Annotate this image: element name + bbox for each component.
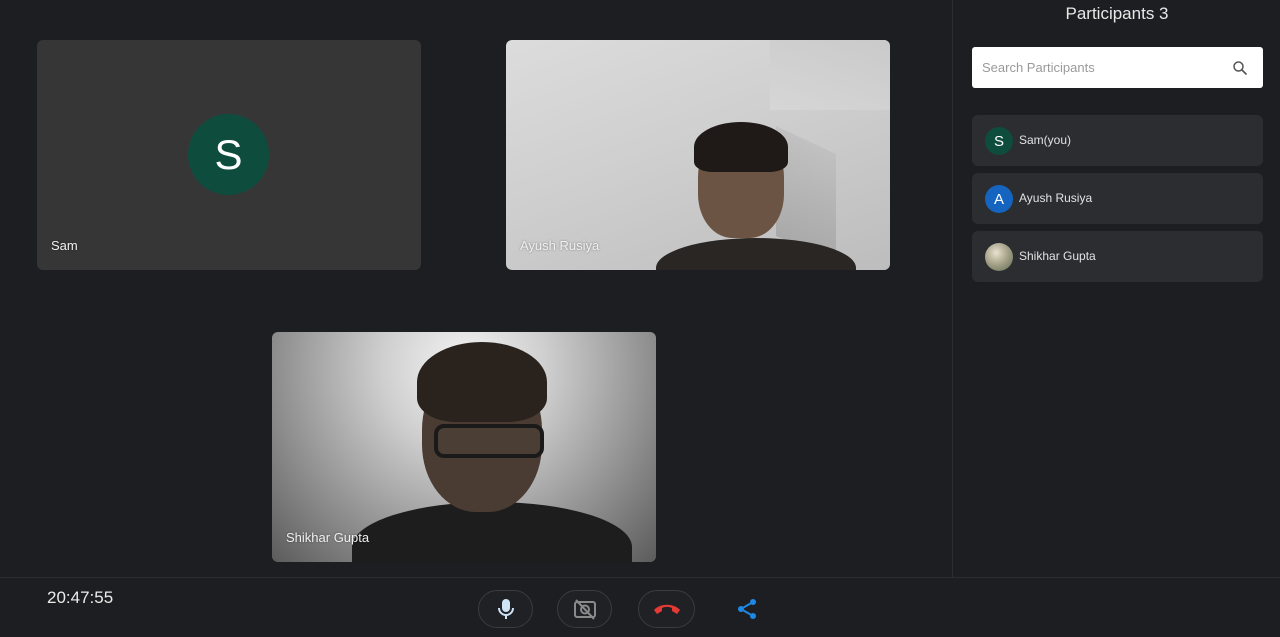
participant-item-sam[interactable]: S Sam(you) bbox=[972, 115, 1263, 166]
participant-item-shikhar[interactable]: Shikhar Gupta bbox=[972, 231, 1263, 282]
video-feed bbox=[272, 332, 656, 562]
tile-name-label: Shikhar Gupta bbox=[286, 530, 370, 545]
avatar-letter: S bbox=[993, 132, 1004, 150]
control-bar: 20:47:55 bbox=[0, 577, 1280, 637]
avatar: S bbox=[188, 114, 269, 195]
mic-button[interactable] bbox=[478, 590, 533, 628]
video-grid: S Sam Ayush Rusiya Shikhar Gupta bbox=[0, 0, 952, 577]
video-off-icon bbox=[573, 599, 596, 620]
avatar: S bbox=[985, 127, 1013, 155]
participants-title: Participants 3 bbox=[1065, 4, 1169, 23]
participant-tile-shikhar[interactable]: Shikhar Gupta bbox=[272, 332, 656, 562]
participants-panel: Participants 3 S Sam(you) A Ayush Rusiya… bbox=[952, 0, 1280, 577]
search-input[interactable] bbox=[972, 47, 1222, 88]
avatar-letter: S bbox=[214, 130, 243, 178]
participant-name: Ayush Rusiya bbox=[1019, 191, 1093, 205]
hang-up-button[interactable] bbox=[638, 590, 695, 628]
participant-item-ayush[interactable]: A Ayush Rusiya bbox=[972, 173, 1263, 224]
participant-tile-ayush[interactable]: Ayush Rusiya bbox=[506, 40, 890, 270]
video-feed bbox=[506, 40, 890, 270]
mic-icon bbox=[497, 599, 514, 619]
search-icon[interactable] bbox=[1231, 59, 1249, 77]
avatar-photo bbox=[985, 243, 1013, 271]
tile-name-label: Ayush Rusiya bbox=[520, 238, 600, 253]
participant-name: Sam(you) bbox=[1019, 133, 1072, 147]
share-button[interactable] bbox=[723, 590, 771, 628]
meeting-clock: 20:47:55 bbox=[47, 588, 114, 607]
avatar: A bbox=[985, 185, 1013, 213]
participant-tile-sam[interactable]: S Sam bbox=[37, 40, 421, 270]
hang-up-icon bbox=[653, 604, 680, 614]
participant-name: Shikhar Gupta bbox=[1019, 249, 1096, 263]
camera-button[interactable] bbox=[557, 590, 612, 628]
avatar-letter: A bbox=[993, 190, 1004, 208]
tile-name-label: Sam bbox=[51, 238, 78, 253]
share-icon bbox=[738, 599, 756, 619]
search-participants bbox=[972, 47, 1263, 88]
